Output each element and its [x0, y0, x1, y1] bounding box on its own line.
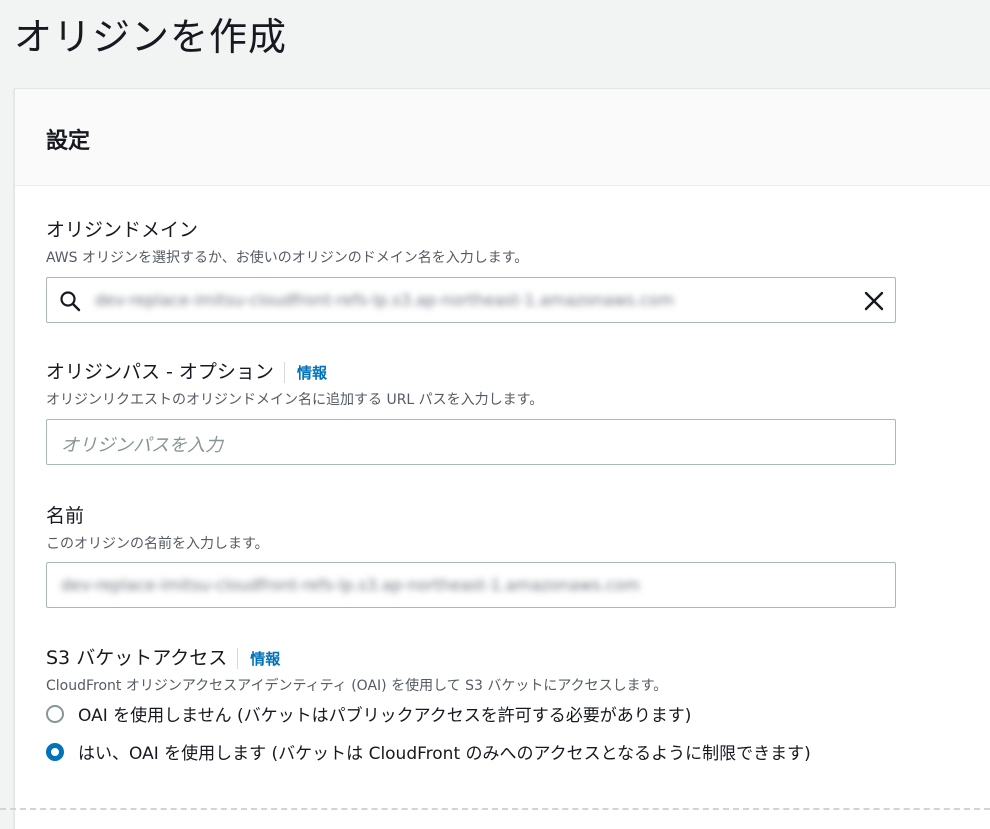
radio-button-no-oai[interactable] [46, 705, 64, 723]
settings-panel: 設定 オリジンドメイン AWS オリジンを選択するか、お使いのオリジンのドメイン… [14, 88, 990, 829]
divider [0, 808, 990, 810]
radio-button-use-oai[interactable] [46, 743, 64, 761]
origin-domain-value: dev-replace-imitsu-cloudfront-refs-lp.s3… [95, 290, 674, 310]
page-title: オリジンを作成 [14, 15, 288, 59]
name-description: このオリジンの名前を入力します。 [46, 536, 269, 552]
origin-domain-description: AWS オリジンを選択するか、お使いのオリジンのドメイン名を入力します。 [46, 250, 529, 266]
s3-access-description: CloudFront オリジンアクセスアイデンティティ (OAI) を使用して … [46, 678, 668, 694]
radio-label-use-oai: はい、OAI を使用します (バケットは CloudFront のみへのアクセス… [78, 744, 811, 764]
s3-access-label: S3 バケットアクセス 情報 [46, 643, 280, 670]
origin-path-input[interactable]: オリジンパスを入力 [46, 419, 896, 465]
panel-title: 設定 [46, 129, 91, 154]
radio-option-use-oai[interactable]: はい、OAI を使用します (バケットは CloudFront のみへのアクセス… [46, 739, 868, 769]
panel-header: 設定 [15, 89, 990, 186]
radio-label-no-oai: OAI を使用しません (バケットはパブリックアクセスを許可する必要があります) [78, 706, 692, 726]
origin-domain-label: オリジンドメイン [46, 219, 199, 241]
name-input[interactable]: dev-replace-imitsu-cloudfront-refs-lp.s3… [46, 562, 896, 608]
origin-path-info-link[interactable]: 情報 [283, 362, 327, 383]
close-icon[interactable] [863, 290, 885, 312]
radio-option-no-oai[interactable]: OAI を使用しません (バケットはパブリックアクセスを許可する必要があります) [46, 701, 898, 731]
origin-path-label-text: オリジンパス - オプション [46, 361, 274, 383]
name-value: dev-replace-imitsu-cloudfront-refs-lp.s3… [61, 575, 640, 595]
name-label: 名前 [46, 505, 85, 527]
origin-path-description: オリジンリクエストのオリジンドメイン名に追加する URL パスを入力します。 [46, 392, 544, 408]
s3-access-label-text: S3 バケットアクセス [46, 647, 228, 669]
origin-path-placeholder: オリジンパスを入力 [61, 435, 223, 456]
s3-access-info-link[interactable]: 情報 [237, 648, 280, 669]
origin-domain-input[interactable]: dev-replace-imitsu-cloudfront-refs-lp.s3… [46, 277, 896, 323]
search-icon [60, 291, 81, 312]
origin-path-label: オリジンパス - オプション 情報 [46, 357, 327, 384]
